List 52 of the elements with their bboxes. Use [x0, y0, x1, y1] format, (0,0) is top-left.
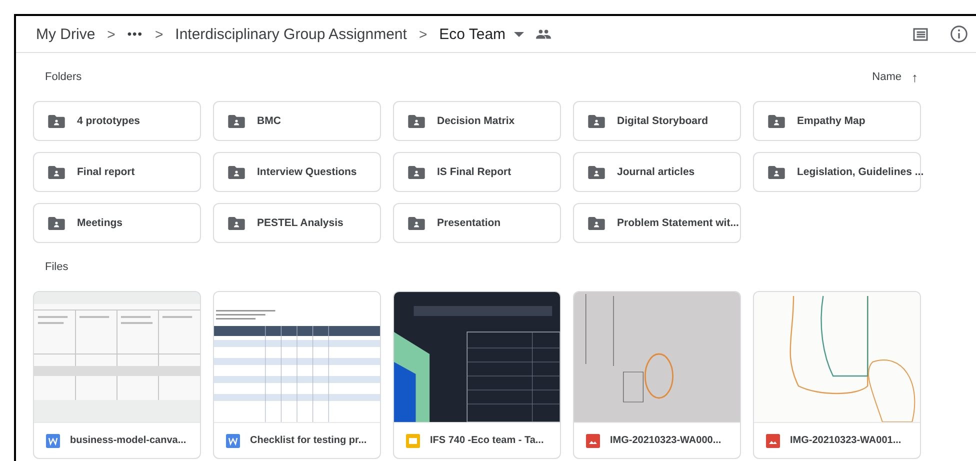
breadcrumb-item[interactable]: Interdisciplinary Group Assignment	[173, 26, 409, 42]
document-icon	[46, 434, 60, 448]
folder-card[interactable]: Problem Statement wit...	[573, 203, 741, 243]
presentation-icon	[406, 434, 420, 448]
image-icon	[586, 434, 600, 448]
section-heading: Folders	[45, 71, 82, 83]
shared-people-icon	[536, 29, 551, 39]
sort-button[interactable]: Name ↑	[872, 70, 918, 84]
folder-card[interactable]: Meetings	[33, 203, 201, 243]
shared-folder-icon	[408, 114, 425, 128]
shared-folder-icon	[228, 216, 245, 230]
image-icon	[766, 434, 780, 448]
folder-card[interactable]: Decision Matrix	[393, 101, 561, 141]
breadcrumb-separator: >	[107, 26, 116, 42]
shared-folder-icon	[48, 166, 65, 178]
more-breadcrumb-button[interactable]: •••	[125, 27, 145, 41]
caret-down-icon[interactable]	[514, 32, 524, 36]
shared-folder-icon	[408, 216, 425, 230]
file-card[interactable]: IMG-20210323-WA000...	[573, 291, 741, 459]
shared-folder-icon	[48, 114, 65, 128]
document-icon	[226, 434, 240, 448]
section-heading: Files	[45, 261, 68, 273]
folder-card[interactable]: Empathy Map	[753, 101, 921, 141]
folder-card[interactable]: Interview Questions	[213, 152, 381, 192]
shared-folder-icon	[228, 114, 245, 128]
shared-folder-icon	[408, 166, 425, 178]
folder-card[interactable]: 4 prototypes	[33, 101, 201, 141]
folder-card[interactable]: Final report	[33, 152, 201, 192]
breadcrumb-separator: >	[154, 26, 164, 42]
shared-folder-icon	[588, 166, 605, 178]
shared-folder-icon	[588, 216, 605, 230]
file-card[interactable]: IMG-20210323-WA001...	[753, 291, 921, 459]
folder-card[interactable]: BMC	[213, 101, 381, 141]
breadcrumb-separator: >	[418, 26, 428, 42]
folder-card[interactable]: Legislation, Guidelines ...	[753, 152, 921, 192]
file-card[interactable]: IFS 740 -Eco team - Ta...	[393, 291, 561, 459]
folder-card[interactable]: Journal articles	[573, 152, 741, 192]
folder-card[interactable]: IS Final Report	[393, 152, 561, 192]
file-card[interactable]: Checklist for testing pr...	[213, 291, 381, 459]
folder-card[interactable]: Presentation	[393, 203, 561, 243]
list-view-icon[interactable]	[913, 28, 928, 40]
shared-folder-icon	[768, 114, 785, 128]
info-icon[interactable]	[950, 25, 968, 43]
file-card[interactable]: business-model-canva...	[33, 291, 201, 459]
folder-card[interactable]: PESTEL Analysis	[213, 203, 381, 243]
shared-folder-icon	[588, 114, 605, 128]
folder-card[interactable]: Digital Storyboard	[573, 101, 741, 141]
shared-folder-icon	[228, 166, 245, 178]
breadcrumb-item[interactable]: My Drive	[34, 26, 98, 42]
shared-folder-icon	[768, 166, 785, 178]
shared-folder-icon	[48, 216, 65, 230]
breadcrumb-item[interactable]: Eco Team	[437, 26, 508, 42]
